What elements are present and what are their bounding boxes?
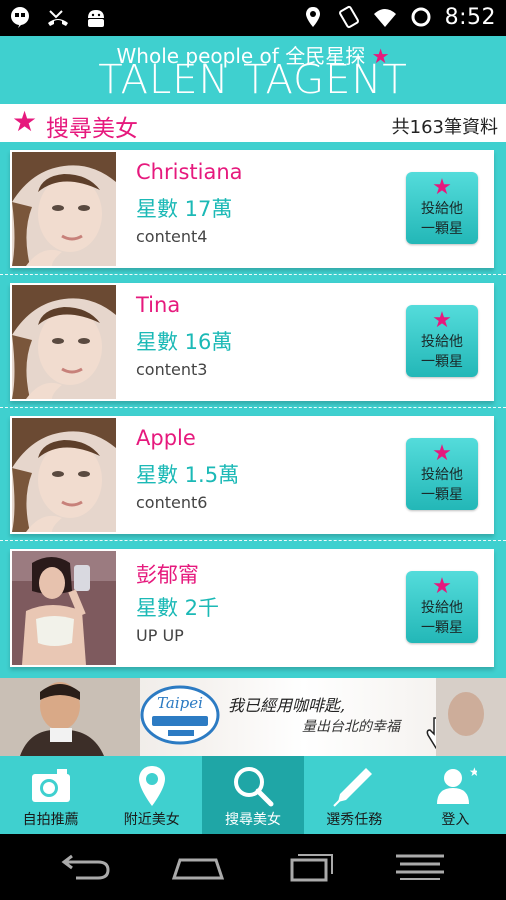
- home-icon[interactable]: [170, 852, 226, 882]
- vote-label-line1: 投給他: [421, 600, 463, 616]
- vote-star-button[interactable]: ★ 投給他 一顆星: [406, 438, 478, 510]
- profile-photo[interactable]: [12, 551, 116, 665]
- star-icon: ★: [12, 105, 38, 138]
- person-name: Tina: [136, 293, 181, 317]
- vote-star-button[interactable]: ★ 投給他 一顆星: [406, 172, 478, 244]
- star-icon: ★: [432, 175, 452, 200]
- tab-login[interactable]: ★ 登入: [405, 756, 506, 834]
- pen-icon: [333, 768, 373, 807]
- star-icon: ★: [432, 441, 452, 466]
- vote-label-line1: 投給他: [421, 201, 463, 217]
- star-count: 星數 17萬: [136, 197, 233, 221]
- section-title-row: ★ 搜尋美女 共163筆資料: [0, 104, 506, 142]
- search-icon: [234, 767, 274, 807]
- user-icon: ★: [437, 765, 477, 804]
- menu-icon[interactable]: [392, 852, 448, 882]
- tab-label: 自拍推薦: [22, 812, 79, 828]
- vote-label-line2: 一顆星: [421, 221, 463, 237]
- profile-photo[interactable]: [12, 285, 116, 399]
- back-icon[interactable]: [58, 852, 114, 882]
- bottom-tab-bar: 自拍推薦 附近美女 搜尋美女 選秀任務 ★ 登入: [0, 756, 506, 834]
- tab-label: 選秀任務: [326, 812, 383, 828]
- divider: [0, 274, 506, 275]
- person-name: 彭郁甯: [136, 563, 199, 587]
- divider: [0, 540, 506, 541]
- profile-photo[interactable]: [12, 418, 116, 532]
- star-count: 星數 1.5萬: [136, 463, 240, 487]
- app-title: TALEN TAGENT: [98, 57, 408, 103]
- svg-text:★: ★: [469, 765, 477, 779]
- tab-label: 搜尋美女: [225, 812, 281, 828]
- location-icon: [305, 7, 320, 27]
- app-header: Whole people of 全民星探 ★ TALEN TAGENT: [0, 36, 506, 104]
- star-icon: ★: [432, 308, 452, 333]
- list-item[interactable]: Tina 星數 16萬 content3 ★ 投給他 一顆星: [10, 283, 494, 401]
- ad-photo-right: [436, 678, 506, 756]
- tab-label: 登入: [441, 812, 470, 828]
- clock: 8:52: [444, 4, 496, 30]
- profile-photo[interactable]: [12, 152, 116, 266]
- tab-selfie-recommend[interactable]: 自拍推薦: [0, 756, 101, 834]
- ad-text-line1: 我已經用咖啡匙,: [228, 696, 346, 715]
- vote-star-button[interactable]: ★ 投給他 一顆星: [406, 305, 478, 377]
- star-count: 星數 16萬: [136, 330, 233, 354]
- section-title: 搜尋美女: [46, 116, 138, 142]
- logo-text: Taipei: [157, 694, 203, 712]
- missed-call-icon: [48, 10, 68, 26]
- list-item[interactable]: Apple 星數 1.5萬 content6 ★ 投給他 一顆星: [10, 416, 494, 534]
- vote-label-line1: 投給他: [421, 334, 463, 350]
- sync-icon: [411, 7, 431, 27]
- person-content: content6: [136, 493, 208, 512]
- person-content: content3: [136, 360, 208, 379]
- vote-label-line2: 一顆星: [421, 487, 463, 503]
- tab-nearby[interactable]: 附近美女: [101, 756, 202, 834]
- tab-search[interactable]: 搜尋美女: [202, 756, 304, 834]
- taipei-logo: Taipei: [140, 685, 220, 745]
- person-content: content4: [136, 227, 208, 246]
- android-icon: [88, 10, 104, 27]
- vibrate-icon: [338, 5, 359, 29]
- result-count: 共163筆資料: [391, 117, 498, 138]
- list-item[interactable]: 彭郁甯 星數 2千 UP UP ★ 投給他 一顆星: [10, 549, 494, 667]
- tab-label: 附近美女: [123, 812, 180, 828]
- map-pin-icon: [138, 766, 165, 806]
- ad-banner[interactable]: Taipei 我已經用咖啡匙, 量出台北的幸福: [0, 678, 506, 756]
- ad-photo-left: [0, 678, 140, 756]
- divider: [0, 407, 506, 408]
- hangouts-icon: [11, 7, 29, 28]
- vote-label-line1: 投給他: [421, 467, 463, 483]
- results-list[interactable]: Christiana 星數 17萬 content4 ★ 投給他 一顆星 Tin…: [0, 142, 506, 676]
- camera-icon: [31, 769, 70, 802]
- tab-audition-tasks[interactable]: 選秀任務: [304, 756, 405, 834]
- wifi-icon: [373, 9, 396, 27]
- recent-apps-icon[interactable]: [282, 852, 338, 882]
- person-content: UP UP: [136, 626, 184, 645]
- vote-star-button[interactable]: ★ 投給他 一顆星: [406, 571, 478, 643]
- vote-label-line2: 一顆星: [421, 620, 463, 636]
- list-item[interactable]: Christiana 星數 17萬 content4 ★ 投給他 一顆星: [10, 150, 494, 268]
- person-name: Apple: [136, 426, 196, 450]
- star-count: 星數 2千: [136, 596, 220, 620]
- star-icon: ★: [432, 574, 452, 599]
- system-nav-bar: [0, 834, 506, 900]
- status-bar: 8:52: [0, 0, 506, 36]
- vote-label-line2: 一顆星: [421, 354, 463, 370]
- ad-text-line2: 量出台北的幸福: [302, 719, 400, 735]
- person-name: Christiana: [136, 160, 243, 184]
